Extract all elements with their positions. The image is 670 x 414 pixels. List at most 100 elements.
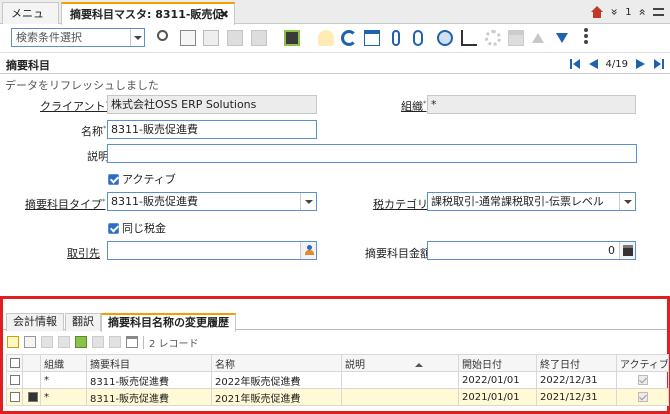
cell-start-date[interactable]: 2022/01/01: [458, 371, 537, 389]
tab-accounting[interactable]: 会計情報: [6, 313, 64, 331]
cell-org[interactable]: *: [40, 388, 87, 406]
home-icon[interactable]: [590, 5, 604, 19]
cell-org[interactable]: *: [40, 371, 87, 389]
tax-category-label[interactable]: 税カテゴリ*: [373, 196, 432, 212]
table-row[interactable]: * 8311-販売促進費 2021年販売促進費 2021/01/01 2021/…: [6, 388, 669, 406]
new-record-icon[interactable]: [7, 336, 19, 348]
tab-translation[interactable]: 翻訳: [65, 313, 101, 331]
grid-toggle-icon[interactable]: [126, 336, 138, 348]
active-checkbox[interactable]: アクティブ: [108, 171, 176, 187]
tab-title-bar: 摘要科目 4/19: [0, 54, 670, 74]
column-header-charge[interactable]: 摘要科目: [86, 354, 212, 372]
same-tax-checkbox-box[interactable]: [108, 222, 119, 234]
window-controls: » 1 «: [590, 4, 664, 20]
active-flag-checkbox[interactable]: [637, 391, 648, 402]
next-record-icon[interactable]: [636, 59, 645, 69]
row-checkbox[interactable]: [10, 391, 20, 402]
refresh-icon[interactable]: [341, 30, 357, 46]
charge-type-select[interactable]: 8311-販売促進費: [107, 192, 317, 211]
copy-record-icon[interactable]: [203, 30, 219, 46]
row-action-cell: [22, 371, 41, 389]
name-field[interactable]: 8311-販売促進費: [107, 120, 317, 139]
search-icon[interactable]: [157, 30, 168, 41]
column-header-start-date[interactable]: 開始日付: [458, 354, 537, 372]
cell-active[interactable]: [616, 371, 669, 389]
tab-charge-window[interactable]: 摘要科目マスタ: 8311-販売促進費 ✖: [61, 2, 235, 42]
more-options-icon[interactable]: [584, 28, 588, 44]
close-icon[interactable]: ✖: [220, 4, 229, 25]
cell-description[interactable]: [341, 388, 459, 406]
undo-icon[interactable]: [318, 30, 334, 46]
new-record-icon[interactable]: [180, 30, 196, 46]
export-icon[interactable]: [109, 336, 121, 348]
parent-record-icon[interactable]: [532, 33, 544, 43]
edit-record-icon[interactable]: [24, 336, 36, 348]
tab-menu[interactable]: メニュー: [2, 2, 59, 41]
process-icon[interactable]: [92, 336, 104, 348]
table-row[interactable]: * 8311-販売促進費 2022年販売促進費 2022/01/01 2022/…: [6, 371, 669, 389]
zoom-across-icon[interactable]: [437, 30, 453, 46]
column-header-org[interactable]: 組織: [40, 354, 87, 372]
charge-type-label[interactable]: 摘要科目タイプ*: [25, 196, 106, 212]
select-all-cell[interactable]: [6, 354, 23, 372]
cell-active[interactable]: [616, 388, 669, 406]
row-checkbox[interactable]: [10, 374, 20, 385]
cell-description[interactable]: [341, 371, 459, 389]
chevrons-down-icon[interactable]: »: [608, 8, 622, 15]
chevron-down-icon[interactable]: [300, 193, 316, 210]
tab-charge-name-history[interactable]: 摘要科目名称の変更履歴: [101, 313, 236, 332]
delete-icon[interactable]: [75, 336, 87, 348]
row-action-cell[interactable]: [22, 388, 41, 406]
active-checkbox-box[interactable]: [108, 173, 119, 185]
previous-record-icon[interactable]: [588, 59, 598, 69]
client-label[interactable]: クライアント*: [40, 98, 109, 114]
first-record-icon[interactable]: [569, 59, 581, 69]
grid-toggle-icon[interactable]: [364, 30, 380, 46]
column-header-active[interactable]: アクティブ: [616, 354, 669, 372]
query-select[interactable]: 検索条件選択: [11, 28, 145, 47]
cell-end-date[interactable]: 2022/12/31: [536, 371, 617, 389]
save-icon[interactable]: [41, 336, 53, 348]
business-partner-label[interactable]: 取引先: [67, 245, 100, 261]
column-header-end-date[interactable]: 終了日付: [536, 354, 617, 372]
archived-icon[interactable]: [413, 30, 423, 46]
chevrons-up-icon[interactable]: «: [635, 8, 649, 15]
detail-record-icon[interactable]: [556, 33, 568, 43]
same-tax-checkbox[interactable]: 同じ税金: [108, 220, 166, 236]
cell-start-date[interactable]: 2021/01/01: [458, 388, 537, 406]
open-window-count: 1: [625, 6, 632, 18]
detail-toolbar: 2 レコード: [7, 334, 199, 350]
edit-row-icon[interactable]: [28, 391, 38, 402]
chevron-down-icon[interactable]: [130, 29, 144, 46]
client-field: 株式会社OSS ERP Solutions: [107, 95, 317, 114]
column-header-description[interactable]: 説明: [341, 354, 459, 372]
cell-name[interactable]: 2022年販売促進費: [211, 371, 342, 389]
charge-amount-field[interactable]: 0: [427, 241, 636, 260]
open-windows-list-icon[interactable]: [653, 8, 664, 16]
print-icon[interactable]: [508, 30, 524, 46]
person-search-icon[interactable]: [300, 242, 316, 259]
cell-end-date[interactable]: 2021/12/31: [536, 388, 617, 406]
process-icon[interactable]: [485, 30, 501, 46]
delete-icon[interactable]: [284, 30, 300, 46]
cell-charge[interactable]: 8311-販売促進費: [86, 371, 212, 389]
active-flag-checkbox[interactable]: [637, 374, 648, 385]
cell-charge[interactable]: 8311-販売促進費: [86, 388, 212, 406]
chevron-down-icon[interactable]: [619, 193, 635, 210]
tax-category-select[interactable]: 課税取引-通常課税取引-伝票レベル: [427, 192, 636, 211]
row-select-cell[interactable]: [6, 371, 23, 389]
business-partner-field[interactable]: [107, 241, 317, 260]
save-icon[interactable]: [227, 30, 243, 46]
cell-name[interactable]: 2021年販売促進費: [211, 388, 342, 406]
row-select-cell[interactable]: [6, 388, 23, 406]
calculator-icon[interactable]: [619, 242, 635, 259]
last-record-icon[interactable]: [653, 59, 664, 69]
save-new-icon[interactable]: [251, 30, 267, 46]
select-all-checkbox[interactable]: [10, 357, 20, 368]
report-icon[interactable]: [461, 30, 477, 46]
column-header-name[interactable]: 名称: [211, 354, 342, 372]
description-field[interactable]: [107, 144, 637, 163]
undo-icon[interactable]: [58, 336, 70, 348]
organization-label[interactable]: 組織*: [401, 98, 427, 114]
attachment-icon[interactable]: [392, 30, 400, 46]
